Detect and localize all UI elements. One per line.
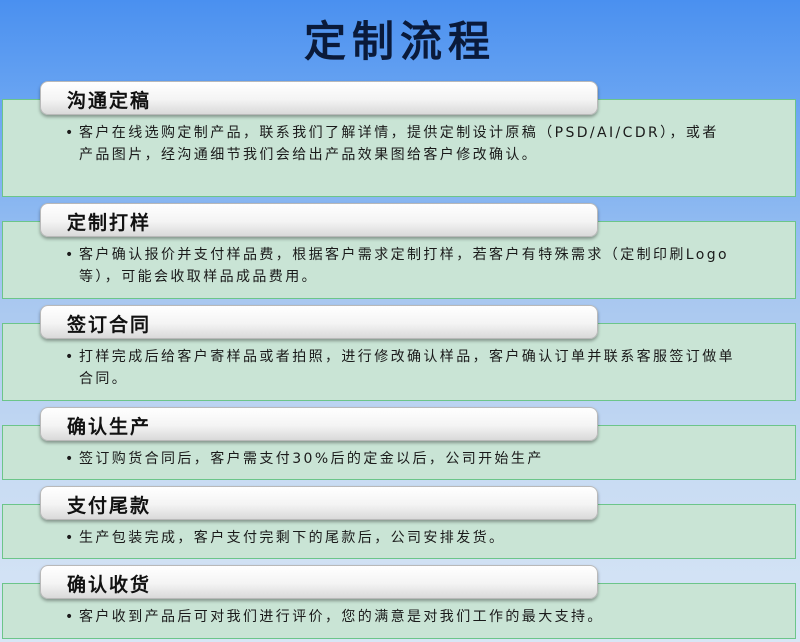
step-header-label: 签订合同 <box>67 314 152 336</box>
bullet-icon: • <box>65 247 76 263</box>
bullet-icon: • <box>65 609 76 625</box>
step-description: • 客户收到产品后可对我们进行评价，您的满意是对我们工作的最大支持。 <box>65 606 735 628</box>
step-description: • 打样完成后给客户寄样品或者拍照，进行修改确认样品，客户确认订单并联系客服签订… <box>65 346 735 390</box>
step-description: • 签订购货合同后，客户需支付30%后的定金以后，公司开始生产 <box>65 448 735 470</box>
step-header-label: 定制打样 <box>67 212 152 234</box>
step-description: • 客户在线选购定制产品，联系我们了解详情，提供定制设计原稿（PSD/AI/CD… <box>65 122 735 166</box>
step-header-label: 支付尾款 <box>67 495 152 517</box>
step-header: 定制打样 <box>40 203 598 237</box>
step-description: • 客户确认报价并支付样品费，根据客户需求定制打样，若客户有特殊需求（定制印刷L… <box>65 244 735 288</box>
step-header-label: 确认生产 <box>67 416 152 438</box>
step-header-label: 确认收货 <box>67 574 152 596</box>
page-title: 定制流程 <box>303 17 496 66</box>
bullet-icon: • <box>65 451 76 467</box>
step-header: 确认生产 <box>40 407 598 441</box>
step-header: 确认收货 <box>40 565 598 599</box>
step-header-label: 沟通定稿 <box>67 90 152 112</box>
bullet-icon: • <box>65 125 76 141</box>
bullet-icon: • <box>65 349 76 365</box>
step-header: 沟通定稿 <box>40 81 598 115</box>
step-description: • 生产包装完成，客户支付完剩下的尾款后，公司安排发货。 <box>65 527 735 549</box>
step-header: 签订合同 <box>40 305 598 339</box>
step-header: 支付尾款 <box>40 486 598 520</box>
bullet-icon: • <box>65 530 76 546</box>
